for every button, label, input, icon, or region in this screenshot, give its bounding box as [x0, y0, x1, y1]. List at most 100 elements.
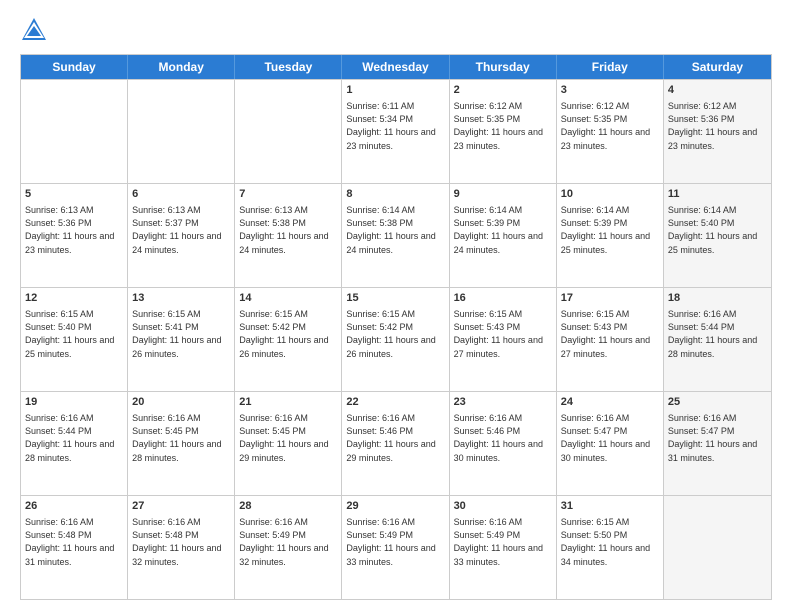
- calendar-cell-empty-0-0: [21, 80, 128, 183]
- day-info: Sunrise: 6:16 AM Sunset: 5:49 PM Dayligh…: [346, 516, 444, 568]
- calendar-cell-8: 8 Sunrise: 6:14 AM Sunset: 5:38 PM Daylig…: [342, 184, 449, 287]
- day-info: Sunrise: 6:16 AM Sunset: 5:47 PM Dayligh…: [668, 412, 767, 464]
- day-info: Sunrise: 6:12 AM Sunset: 5:35 PM Dayligh…: [561, 100, 659, 152]
- calendar-cell-10: 10 Sunrise: 6:14 AM Sunset: 5:39 PM Dayli…: [557, 184, 664, 287]
- day-info: Sunrise: 6:15 AM Sunset: 5:40 PM Dayligh…: [25, 308, 123, 360]
- day-number: 21: [239, 395, 337, 410]
- day-info: Sunrise: 6:16 AM Sunset: 5:46 PM Dayligh…: [454, 412, 552, 464]
- calendar-cell-20: 20 Sunrise: 6:16 AM Sunset: 5:45 PM Dayli…: [128, 392, 235, 495]
- day-number: 30: [454, 499, 552, 514]
- calendar-cell-6: 6Sunrise: 6:13 AM Sunset: 5:37 PM Daylig…: [128, 184, 235, 287]
- day-info: Sunrise: 6:16 AM Sunset: 5:48 PM Dayligh…: [132, 516, 230, 568]
- day-info: Sunrise: 6:16 AM Sunset: 5:49 PM Dayligh…: [239, 516, 337, 568]
- day-number: 28: [239, 499, 337, 514]
- logo: [20, 16, 52, 44]
- day-info: Sunrise: 6:14 AM Sunset: 5:38 PM Dayligh…: [346, 204, 444, 256]
- calendar-cell-16: 16 Sunrise: 6:15 AM Sunset: 5:43 PM Dayli…: [450, 288, 557, 391]
- day-number: 11: [668, 187, 767, 202]
- day-info: Sunrise: 6:15 AM Sunset: 5:43 PM Dayligh…: [454, 308, 552, 360]
- calendar-row-0: 1 Sunrise: 6:11 AM Sunset: 5:34 PM Daylig…: [21, 79, 771, 183]
- calendar-cell-30: 30 Sunrise: 6:16 AM Sunset: 5:49 PM Dayli…: [450, 496, 557, 599]
- calendar-cell-2: 2 Sunrise: 6:12 AM Sunset: 5:35 PM Daylig…: [450, 80, 557, 183]
- calendar-cell-26: 26 Sunrise: 6:16 AM Sunset: 5:48 PM Dayli…: [21, 496, 128, 599]
- day-number: 23: [454, 395, 552, 410]
- weekday-header-monday: Monday: [128, 55, 235, 79]
- calendar-cell-31: 31 Sunrise: 6:15 AM Sunset: 5:50 PM Dayli…: [557, 496, 664, 599]
- calendar-cell-18: 18 Sunrise: 6:16 AM Sunset: 5:44 PM Dayli…: [664, 288, 771, 391]
- calendar-cell-3: 3 Sunrise: 6:12 AM Sunset: 5:35 PM Daylig…: [557, 80, 664, 183]
- weekday-header-sunday: Sunday: [21, 55, 128, 79]
- calendar-body: 1 Sunrise: 6:11 AM Sunset: 5:34 PM Daylig…: [21, 79, 771, 599]
- day-number: 5: [25, 187, 123, 202]
- calendar-cell-17: 17 Sunrise: 6:15 AM Sunset: 5:43 PM Dayli…: [557, 288, 664, 391]
- day-number: 10: [561, 187, 659, 202]
- calendar-cell-25: 25 Sunrise: 6:16 AM Sunset: 5:47 PM Dayli…: [664, 392, 771, 495]
- day-number: 3: [561, 83, 659, 98]
- day-info: Sunrise: 6:14 AM Sunset: 5:39 PM Dayligh…: [561, 204, 659, 256]
- calendar-cell-11: 11 Sunrise: 6:14 AM Sunset: 5:40 PM Dayli…: [664, 184, 771, 287]
- calendar-cell-24: 24 Sunrise: 6:16 AM Sunset: 5:47 PM Dayli…: [557, 392, 664, 495]
- day-info: Sunrise: 6:16 AM Sunset: 5:49 PM Dayligh…: [454, 516, 552, 568]
- day-info: Sunrise: 6:15 AM Sunset: 5:50 PM Dayligh…: [561, 516, 659, 568]
- calendar-cell-23: 23 Sunrise: 6:16 AM Sunset: 5:46 PM Dayli…: [450, 392, 557, 495]
- calendar-header: SundayMondayTuesdayWednesdayThursdayFrid…: [21, 55, 771, 79]
- calendar-cell-28: 28 Sunrise: 6:16 AM Sunset: 5:49 PM Dayli…: [235, 496, 342, 599]
- calendar-cell-22: 22 Sunrise: 6:16 AM Sunset: 5:46 PM Dayli…: [342, 392, 449, 495]
- header: [20, 16, 772, 44]
- calendar-cell-5: 5Sunrise: 6:13 AM Sunset: 5:36 PM Daylig…: [21, 184, 128, 287]
- day-number: 29: [346, 499, 444, 514]
- weekday-header-saturday: Saturday: [664, 55, 771, 79]
- day-number: 17: [561, 291, 659, 306]
- calendar-cell-21: 21 Sunrise: 6:16 AM Sunset: 5:45 PM Dayli…: [235, 392, 342, 495]
- calendar-cell-7: 7Sunrise: 6:13 AM Sunset: 5:38 PM Daylig…: [235, 184, 342, 287]
- day-number: 1: [346, 83, 444, 98]
- calendar-cell-empty-4-6: [664, 496, 771, 599]
- weekday-header-friday: Friday: [557, 55, 664, 79]
- day-info: Sunrise: 6:15 AM Sunset: 5:42 PM Dayligh…: [239, 308, 337, 360]
- day-info: Sunrise: 6:16 AM Sunset: 5:45 PM Dayligh…: [132, 412, 230, 464]
- day-info: Sunrise: 6:16 AM Sunset: 5:47 PM Dayligh…: [561, 412, 659, 464]
- day-number: 22: [346, 395, 444, 410]
- day-number: 15: [346, 291, 444, 306]
- day-info: Sunrise: 6:11 AM Sunset: 5:34 PM Dayligh…: [346, 100, 444, 152]
- weekday-header-wednesday: Wednesday: [342, 55, 449, 79]
- day-info: Sunrise: 6:16 AM Sunset: 5:48 PM Dayligh…: [25, 516, 123, 568]
- calendar-cell-12: 12 Sunrise: 6:15 AM Sunset: 5:40 PM Dayli…: [21, 288, 128, 391]
- calendar-row-3: 19Sunrise: 6:16 AM Sunset: 5:44 PM Dayli…: [21, 391, 771, 495]
- day-info: Sunrise: 6:12 AM Sunset: 5:35 PM Dayligh…: [454, 100, 552, 152]
- page: SundayMondayTuesdayWednesdayThursdayFrid…: [0, 0, 792, 612]
- calendar-row-4: 26 Sunrise: 6:16 AM Sunset: 5:48 PM Dayli…: [21, 495, 771, 599]
- calendar-row-1: 5Sunrise: 6:13 AM Sunset: 5:36 PM Daylig…: [21, 183, 771, 287]
- weekday-header-thursday: Thursday: [450, 55, 557, 79]
- day-info: Sunrise: 6:14 AM Sunset: 5:40 PM Dayligh…: [668, 204, 767, 256]
- day-info: Sunrise: 6:12 AM Sunset: 5:36 PM Dayligh…: [668, 100, 767, 152]
- day-info: Sunrise: 6:15 AM Sunset: 5:41 PM Dayligh…: [132, 308, 230, 360]
- day-number: 25: [668, 395, 767, 410]
- day-info: Sunrise: 6:16 AM Sunset: 5:44 PM Dayligh…: [25, 412, 123, 464]
- day-number: 14: [239, 291, 337, 306]
- day-number: 16: [454, 291, 552, 306]
- calendar-row-2: 12 Sunrise: 6:15 AM Sunset: 5:40 PM Dayli…: [21, 287, 771, 391]
- weekday-header-tuesday: Tuesday: [235, 55, 342, 79]
- calendar-cell-13: 13 Sunrise: 6:15 AM Sunset: 5:41 PM Dayli…: [128, 288, 235, 391]
- day-number: 31: [561, 499, 659, 514]
- day-info: Sunrise: 6:16 AM Sunset: 5:44 PM Dayligh…: [668, 308, 767, 360]
- day-number: 4: [668, 83, 767, 98]
- day-number: 2: [454, 83, 552, 98]
- day-info: Sunrise: 6:14 AM Sunset: 5:39 PM Dayligh…: [454, 204, 552, 256]
- day-number: 26: [25, 499, 123, 514]
- day-info: Sunrise: 6:16 AM Sunset: 5:45 PM Dayligh…: [239, 412, 337, 464]
- day-info: Sunrise: 6:15 AM Sunset: 5:43 PM Dayligh…: [561, 308, 659, 360]
- calendar-cell-19: 19Sunrise: 6:16 AM Sunset: 5:44 PM Dayli…: [21, 392, 128, 495]
- day-number: 24: [561, 395, 659, 410]
- day-info: Sunrise: 6:16 AM Sunset: 5:46 PM Dayligh…: [346, 412, 444, 464]
- calendar-cell-4: 4 Sunrise: 6:12 AM Sunset: 5:36 PM Daylig…: [664, 80, 771, 183]
- day-number: 18: [668, 291, 767, 306]
- day-number: 12: [25, 291, 123, 306]
- day-number: 6: [132, 187, 230, 202]
- calendar-cell-empty-0-2: [235, 80, 342, 183]
- day-number: 9: [454, 187, 552, 202]
- day-number: 13: [132, 291, 230, 306]
- day-number: 20: [132, 395, 230, 410]
- day-number: 8: [346, 187, 444, 202]
